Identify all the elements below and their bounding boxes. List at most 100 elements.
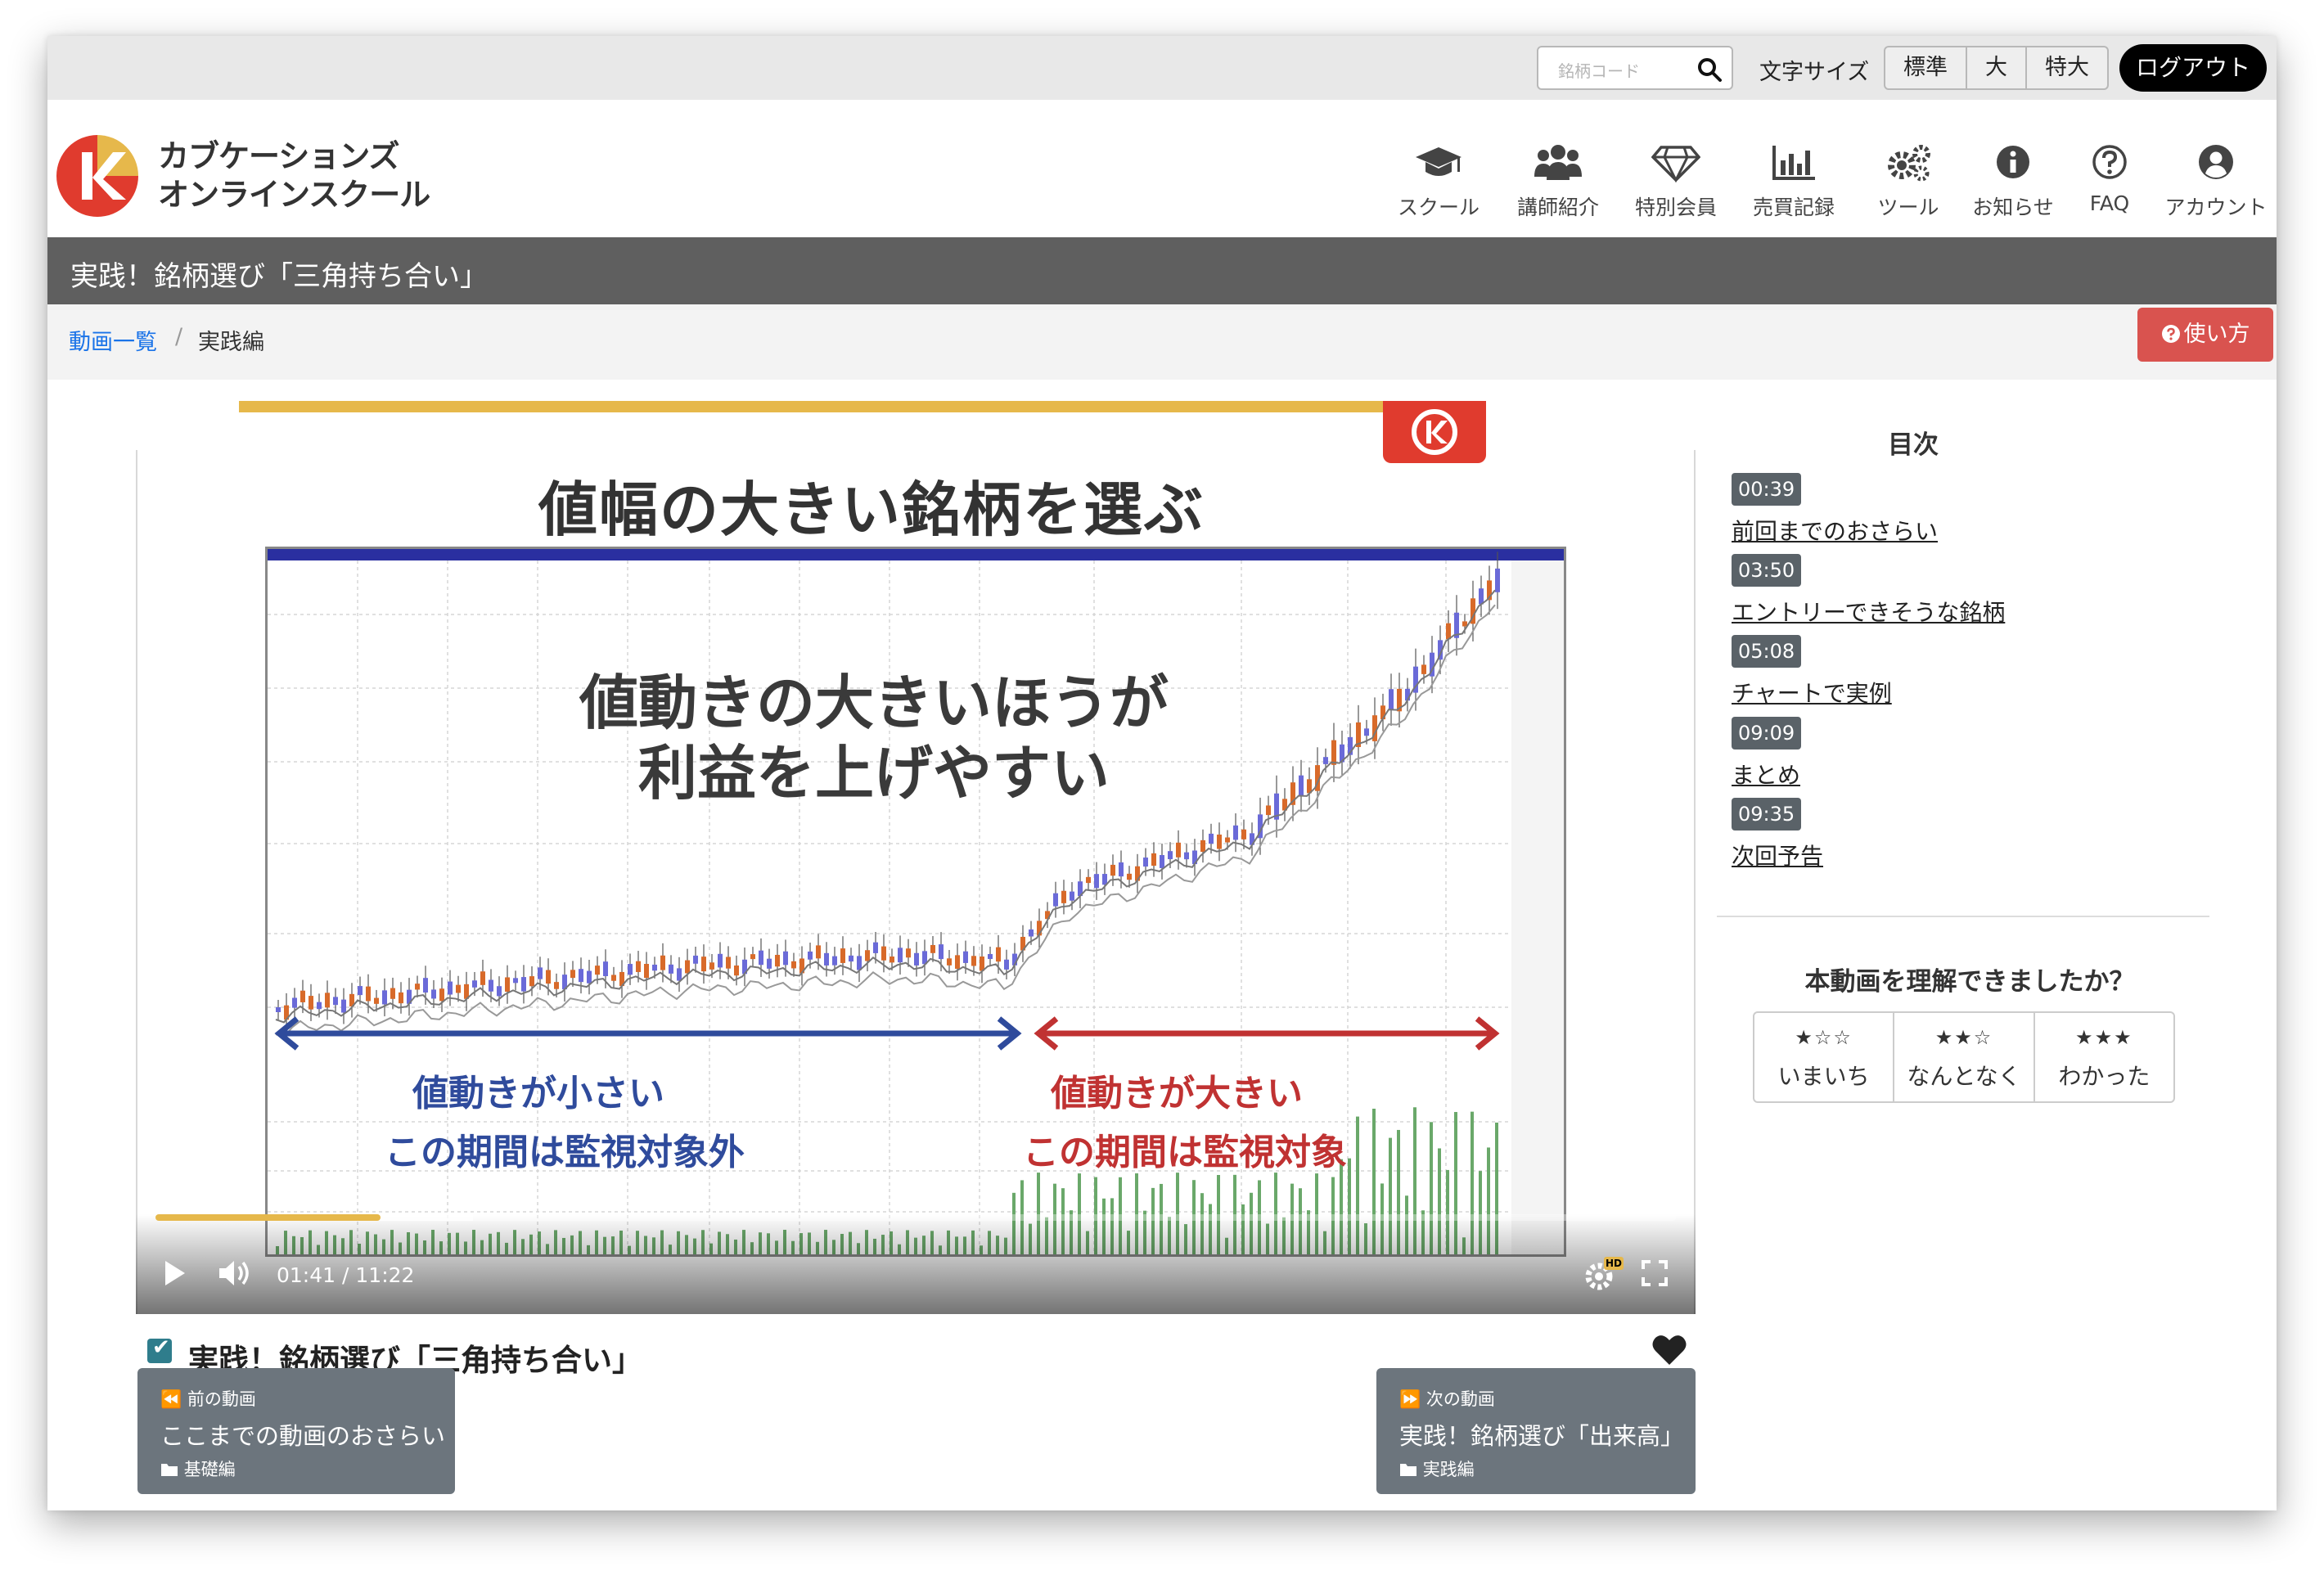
candle-body [955, 955, 960, 969]
gears-icon [1888, 145, 1930, 182]
toc-link[interactable]: 次回予告 [1732, 839, 1823, 871]
candle-body [1266, 805, 1271, 816]
candle-body [513, 978, 518, 984]
candle-body [709, 962, 714, 970]
candle-body [521, 977, 526, 992]
brand-logo-icon[interactable] [54, 133, 141, 219]
candle-body [554, 982, 559, 989]
toc-link[interactable]: エントリーできそうな銘柄 [1732, 595, 2005, 628]
candle-body [415, 984, 420, 990]
video-time: 01:41 / 11:22 [277, 1263, 414, 1287]
breadcrumb-video-list-link[interactable]: 動画一覧 [69, 324, 157, 356]
nav-school[interactable]: スクール [1389, 142, 1488, 221]
toc-link[interactable]: 前回までのおさらい [1732, 514, 1938, 547]
candle-body [669, 964, 673, 974]
candle-body [325, 993, 330, 1008]
toc-link[interactable]: まとめ [1732, 758, 1800, 790]
check-icon: ✔ [152, 1335, 170, 1360]
candle-body [1070, 891, 1074, 901]
candle-body [890, 957, 894, 963]
toc-divider [1717, 916, 2209, 917]
previous-video-button[interactable]: ⏪ 前の動画 ここまでの動画のおさらい 基礎編 [137, 1368, 455, 1494]
candle-body [685, 960, 690, 974]
candle-body [505, 977, 510, 993]
search-icon[interactable] [1696, 56, 1723, 83]
hd-badge: HD [1606, 1258, 1622, 1269]
settings-gear-icon[interactable]: HD [1583, 1255, 1624, 1293]
candle-body [309, 996, 313, 1010]
candle-body [529, 976, 534, 987]
current-time: 01:41 [277, 1263, 336, 1287]
candle-body [1053, 893, 1058, 907]
font-size-large-button[interactable]: 大 [1966, 47, 2025, 88]
k-logo-icon [1412, 409, 1457, 455]
slide-accent-bar [239, 401, 1419, 412]
stock-code-search[interactable]: 銘柄コード [1537, 46, 1733, 90]
toc-timestamp[interactable]: 05:08 [1732, 635, 1802, 668]
candle-body [497, 986, 502, 997]
candle-body [341, 999, 346, 1013]
favorite-heart-icon[interactable] [1651, 1334, 1687, 1366]
nav-faq[interactable]: FAQ [2061, 142, 2159, 215]
candle-body [358, 986, 363, 996]
candle-body [865, 950, 870, 961]
nav-tools[interactable]: ツール [1859, 142, 1957, 221]
graduation-cap-icon [1416, 147, 1462, 176]
candle-body [1086, 876, 1091, 884]
brand-name-line2: オンラインスクール [158, 177, 430, 213]
how-to-use-button[interactable]: 使い方 [2137, 308, 2273, 362]
nav-news[interactable]: お知らせ [1964, 142, 2062, 221]
candle-body [611, 975, 616, 981]
backward-icon: ⏪ [160, 1389, 182, 1409]
toc-timestamp[interactable]: 03:50 [1732, 554, 1802, 587]
toc-timestamp[interactable]: 09:09 [1732, 717, 1802, 749]
candle-body [546, 970, 551, 984]
candle-body [734, 966, 739, 976]
next-video-button[interactable]: ⏩ 次の動画 実践！銘柄選び「出来高」 実践編 [1376, 1368, 1696, 1494]
nav-account[interactable]: アカウント [2160, 142, 2272, 221]
candle-body [570, 970, 575, 979]
play-icon[interactable] [162, 1258, 188, 1288]
nav-premium[interactable]: 特別会員 [1627, 142, 1725, 221]
volume-icon[interactable] [218, 1258, 254, 1288]
next-label: 次の動画 [1425, 1389, 1495, 1409]
rating-low-button[interactable]: ★☆☆ いまいち [1754, 1013, 1893, 1101]
candle-body [971, 956, 976, 966]
slide-title: 値幅の大きい銘柄を選ぶ [538, 475, 1205, 544]
nav-label: 講師紹介 [1516, 196, 1599, 219]
candle-body [832, 956, 837, 966]
users-icon [1534, 145, 1582, 180]
candle-body [374, 997, 379, 1004]
nav-label: アカウント [2164, 196, 2268, 219]
rating-high-button[interactable]: ★★★ わかった [2033, 1013, 2173, 1101]
candle-body [1495, 568, 1500, 592]
rating-question: 本動画を理解できましたか？ [1804, 967, 2135, 997]
candle-body [1168, 851, 1173, 860]
toc-link[interactable]: チャートで実例 [1732, 676, 1892, 709]
candle-body [1029, 929, 1034, 937]
search-input[interactable]: 銘柄コード [1558, 58, 1640, 82]
candle-body [448, 981, 453, 995]
candle-body [824, 952, 829, 966]
candle-body [333, 997, 338, 1006]
candle-body [1389, 689, 1394, 711]
candle-body [603, 961, 608, 977]
question-circle-icon [2161, 325, 2180, 343]
fullscreen-icon[interactable] [1642, 1260, 1668, 1286]
candle-body [1102, 874, 1107, 885]
font-size-xlarge-button[interactable]: 特大 [2025, 47, 2107, 88]
nav-instructors[interactable]: 講師紹介 [1509, 142, 1607, 221]
font-size-normal-button[interactable]: 標準 [1885, 47, 1966, 88]
candle-body [1233, 825, 1238, 840]
candle-body [767, 958, 772, 969]
candle-body [930, 944, 935, 953]
candle-body [759, 950, 763, 966]
candle-body [947, 958, 952, 966]
nav-trade-log[interactable]: 売買記録 [1745, 142, 1843, 221]
candle-body [423, 978, 428, 993]
candle-body [538, 967, 543, 979]
logout-button[interactable]: ログアウト [2119, 44, 2267, 92]
toc-timestamp[interactable]: 00:39 [1732, 473, 1802, 506]
toc-timestamp[interactable]: 09:35 [1732, 798, 1802, 831]
rating-mid-button[interactable]: ★★☆ なんとなく [1893, 1013, 2033, 1101]
